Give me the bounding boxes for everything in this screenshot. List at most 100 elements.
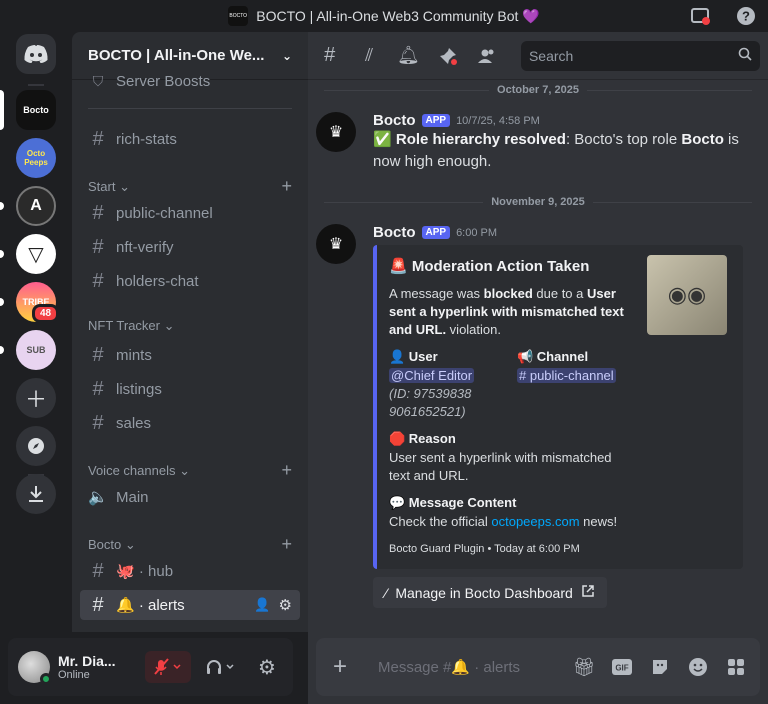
bot-avatar[interactable]: ♛ xyxy=(316,224,356,264)
discord-home-icon[interactable] xyxy=(16,34,56,74)
field-name: 📢 Channel xyxy=(517,349,589,364)
category-bocto[interactable]: Bocto ⌄ + xyxy=(80,534,300,555)
discover-icon[interactable] xyxy=(16,426,56,466)
chevron-down-icon: ⌄ xyxy=(119,178,130,194)
field-value: User sent a hyperlink with mismatched te… xyxy=(389,450,612,483)
add-channel-icon[interactable]: + xyxy=(281,176,292,197)
notification-bell-icon[interactable]: 🔔︎ xyxy=(395,42,422,70)
avatar[interactable] xyxy=(18,651,52,685)
channel-field: 📢 Channel # public-channel xyxy=(517,349,616,421)
channel-label: sales xyxy=(116,414,152,432)
unread-dot xyxy=(0,298,4,306)
message-input[interactable]: Message #🔔 · alerts xyxy=(366,658,558,676)
category-start[interactable]: Start ⌄ + xyxy=(80,176,300,197)
author-name[interactable]: Bocto xyxy=(373,224,416,241)
text: A message was xyxy=(389,286,484,301)
category-label: NFT Tracker xyxy=(88,318,160,333)
server-octo-peeps[interactable]: Octo Peeps xyxy=(16,138,56,178)
channel-label: nft-verify xyxy=(116,238,174,256)
pinned-messages-icon[interactable]: ⫽ xyxy=(355,42,382,70)
user-id: (ID: 975398389061652521) xyxy=(389,386,472,419)
category-voice-channels[interactable]: Voice channels ⌄ + xyxy=(80,460,300,481)
field-name: 💬 Message Content xyxy=(389,495,517,510)
search-placeholder: Search xyxy=(528,47,574,64)
svg-text:GIF: GIF xyxy=(615,664,628,673)
add-server-icon[interactable]: ＋ xyxy=(16,378,56,418)
date-divider: October 7, 2025 xyxy=(324,84,752,96)
search-input[interactable]: Search xyxy=(520,40,760,71)
gear-icon[interactable]: ⚙ xyxy=(279,596,292,614)
add-member-icon[interactable]: 👤 xyxy=(254,597,270,613)
add-channel-icon[interactable]: + xyxy=(281,460,292,481)
server-triangle[interactable]: ▽ xyxy=(16,234,56,274)
bot-avatar[interactable]: ♛ xyxy=(316,112,356,152)
channel-mention[interactable]: # public-channel xyxy=(517,368,616,383)
channel-mints[interactable]: # mints xyxy=(80,340,300,370)
search-icon xyxy=(738,47,752,64)
moderation-embed: ◉◉ 🚨 Moderation Action Taken A message w… xyxy=(373,245,743,569)
embed-thumbnail[interactable]: ◉◉ xyxy=(647,255,727,335)
bold-text: Role hierarchy resolved xyxy=(395,131,566,148)
unread-dot xyxy=(0,346,4,354)
app-favicon: BOCTO xyxy=(228,6,249,26)
sticker-icon[interactable] xyxy=(648,655,672,679)
server-label: Octo Peeps xyxy=(24,149,48,167)
inbox-icon[interactable] xyxy=(690,6,710,26)
svg-text:?: ? xyxy=(742,9,750,24)
download-icon[interactable] xyxy=(16,474,56,514)
category-nft-tracker[interactable]: NFT Tracker ⌄ xyxy=(80,318,300,334)
channel-rich-stats[interactable]: # rich-stats xyxy=(80,124,300,154)
external-link-icon xyxy=(581,584,595,601)
add-channel-icon[interactable]: + xyxy=(281,534,292,555)
date-label: October 7, 2025 xyxy=(497,84,579,96)
text: due to a xyxy=(532,286,587,301)
add-attachment-icon[interactable]: + xyxy=(328,653,352,680)
username: Mr. Dia... xyxy=(58,653,116,669)
manage-dashboard-button[interactable]: ⁄ Manage in Bocto Dashboard xyxy=(373,577,607,608)
app-badge: APP xyxy=(421,226,451,239)
embed-description: A message was blocked due to a User sent… xyxy=(389,285,629,339)
chevron-down-icon: ⌄ xyxy=(281,48,292,63)
server-a[interactable]: A xyxy=(16,186,56,226)
member-list-icon[interactable] xyxy=(474,42,501,70)
channel-hub[interactable]: # 🐙 · hub xyxy=(80,556,300,586)
hash-icon: # xyxy=(92,593,104,616)
voice-channel-main[interactable]: 🔈 Main xyxy=(80,482,300,512)
channel-sales[interactable]: # sales xyxy=(80,408,300,438)
hash-icon: # xyxy=(92,411,104,434)
mute-microphone-button[interactable] xyxy=(145,651,191,683)
sidebar-item-server-boosts[interactable]: ⛉ Server Boosts xyxy=(80,68,300,94)
unread-dot xyxy=(0,250,4,258)
server-sub[interactable]: SUB xyxy=(16,330,56,370)
channel-sidebar: BOCTO | All-in-One We... ⌄ ⛉ Server Boos… xyxy=(72,32,308,632)
wand-icon: ⁄ xyxy=(385,584,388,601)
server-label: ▽ xyxy=(28,243,44,266)
online-status-indicator xyxy=(40,673,52,685)
category-label: Bocto xyxy=(88,536,122,552)
server-bocto[interactable]: Bocto xyxy=(16,90,56,130)
user-settings-gear-icon[interactable]: ⚙ xyxy=(251,651,283,683)
chat-area: # ⫽ 🔔︎ Search October 7, 2025 ♛ Bocto AP… xyxy=(308,32,768,704)
channel-nft-verify[interactable]: # nft-verify xyxy=(80,232,300,262)
emoji-icon[interactable] xyxy=(686,655,710,679)
channel-holders-chat[interactable]: # holders-chat xyxy=(80,266,300,296)
gift-icon[interactable]: 🎁︎ xyxy=(572,655,596,679)
headphones-button[interactable] xyxy=(199,651,243,683)
channel-listings[interactable]: # listings xyxy=(80,374,300,404)
apps-icon[interactable] xyxy=(724,655,748,679)
threads-icon[interactable]: # xyxy=(316,42,343,70)
user-mention[interactable]: @Chief Editor xyxy=(389,368,475,383)
gif-icon[interactable]: GIF xyxy=(610,655,634,679)
channel-alerts[interactable]: # 🔔 · alerts 👤 ⚙ xyxy=(80,590,300,620)
channel-public-channel[interactable]: # public-channel xyxy=(80,198,300,228)
channel-label: rich-stats xyxy=(116,130,177,148)
link[interactable]: octopeeps.com xyxy=(491,514,579,529)
pin-icon[interactable] xyxy=(434,42,461,70)
hash-icon: # xyxy=(92,235,104,258)
help-icon[interactable]: ? xyxy=(736,6,756,26)
bold-text: Bocto xyxy=(681,131,724,148)
category-label: Start xyxy=(88,178,116,194)
author-name[interactable]: Bocto xyxy=(373,112,416,129)
user-panel: Mr. Dia... Online ⚙ xyxy=(8,638,293,696)
mention-badge: 48 xyxy=(32,304,60,323)
